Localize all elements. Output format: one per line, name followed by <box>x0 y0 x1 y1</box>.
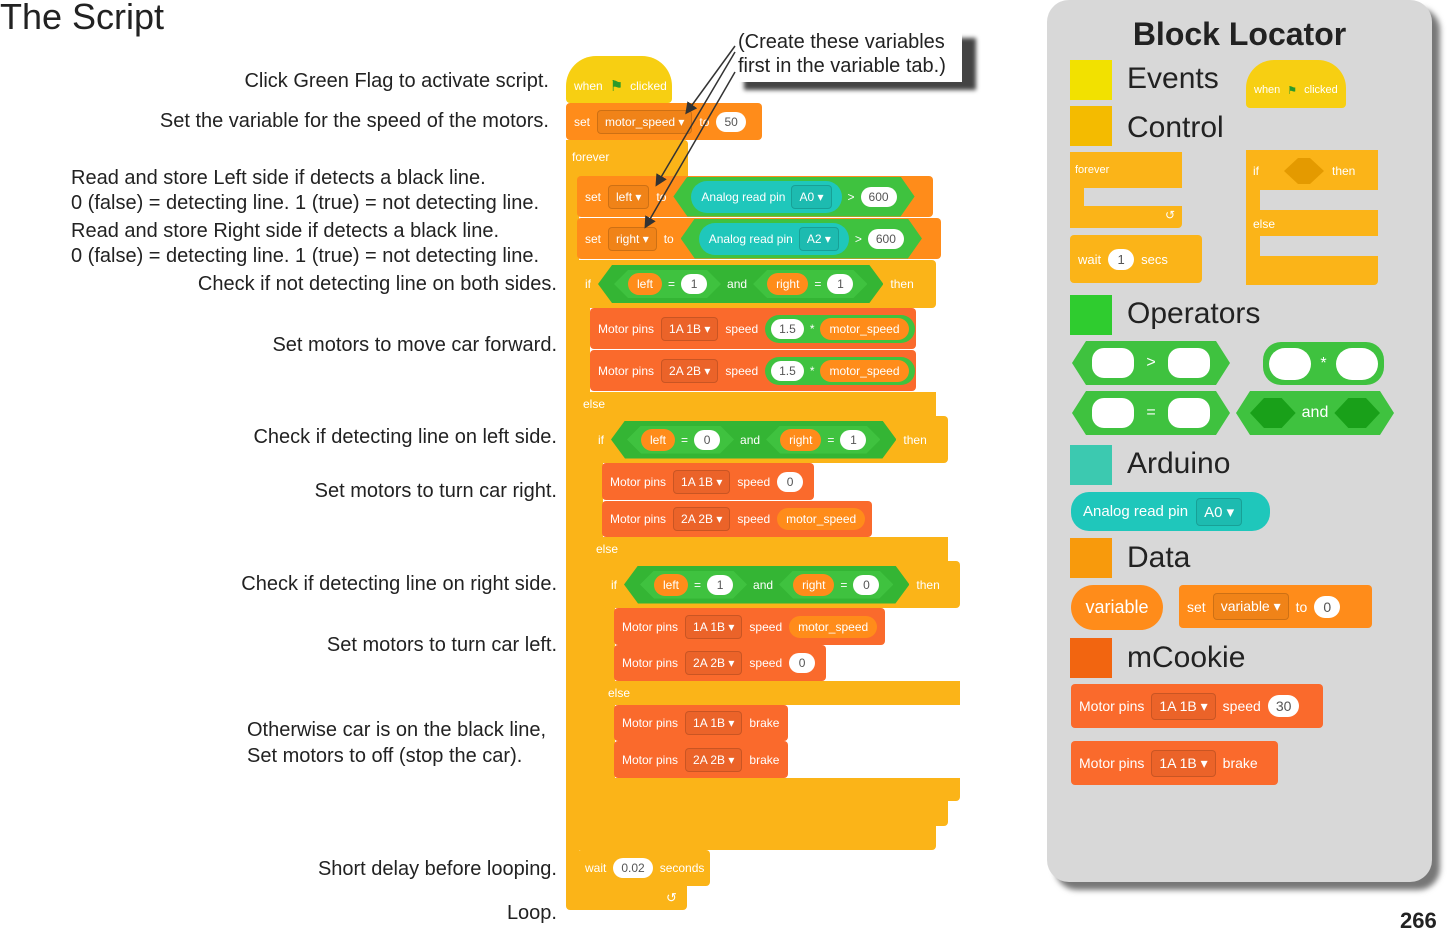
forever-label: forever <box>1075 164 1110 176</box>
locator-equals-block[interactable]: = <box>1072 391 1230 435</box>
variable-dropdown[interactable]: variable ▾ <box>1212 593 1289 620</box>
locator-wait-block[interactable]: wait 1 secs <box>1070 235 1202 283</box>
page-number: 266 <box>1400 908 1437 933</box>
operators-swatch <box>1070 295 1112 335</box>
locator-variable-reporter[interactable]: variable <box>1071 585 1163 630</box>
locator-motor-speed-block[interactable]: Motor pins 1A 1B ▾ speed 30 <box>1071 684 1323 728</box>
locator-analog-read-block[interactable]: Analog read pin A0 ▾ <box>1071 492 1270 531</box>
locator-greater-than-block[interactable]: > <box>1072 341 1230 385</box>
pins-dropdown[interactable]: 1A 1B ▾ <box>1151 749 1216 777</box>
data-swatch <box>1070 538 1112 578</box>
events-swatch <box>1070 60 1112 100</box>
mcookie-swatch <box>1070 638 1112 678</box>
arrow-left <box>655 51 736 187</box>
pins-dropdown[interactable]: 1A 1B ▾ <box>1151 692 1216 720</box>
category-operators: Operators <box>1127 297 1261 330</box>
category-control: Control <box>1127 111 1224 144</box>
category-arduino: Arduino <box>1127 447 1231 480</box>
locator-and-block[interactable]: and <box>1236 391 1394 435</box>
category-events: Events <box>1127 62 1219 95</box>
category-mcookie: mCookie <box>1127 641 1246 674</box>
green-flag-icon: ⚑ <box>1287 84 1298 97</box>
arrow-right <box>644 71 736 229</box>
control-swatch <box>1070 106 1112 146</box>
locator-motor-brake-block[interactable]: Motor pins 1A 1B ▾ brake <box>1071 741 1278 785</box>
locator-multiply-block[interactable]: * <box>1263 342 1384 385</box>
arrow-motor-speed <box>685 45 736 115</box>
category-data: Data <box>1127 541 1191 574</box>
arduino-swatch <box>1070 445 1112 485</box>
locator-set-variable-block[interactable]: set variable ▾ to 0 <box>1179 585 1372 628</box>
locator-when-flag-block[interactable]: when ⚑ clicked <box>1246 60 1346 108</box>
loop-arrow-icon: ↺ <box>1165 208 1176 222</box>
locator-title: Block Locator <box>1132 16 1347 52</box>
pin-dropdown[interactable]: A0 ▾ <box>1196 497 1243 526</box>
